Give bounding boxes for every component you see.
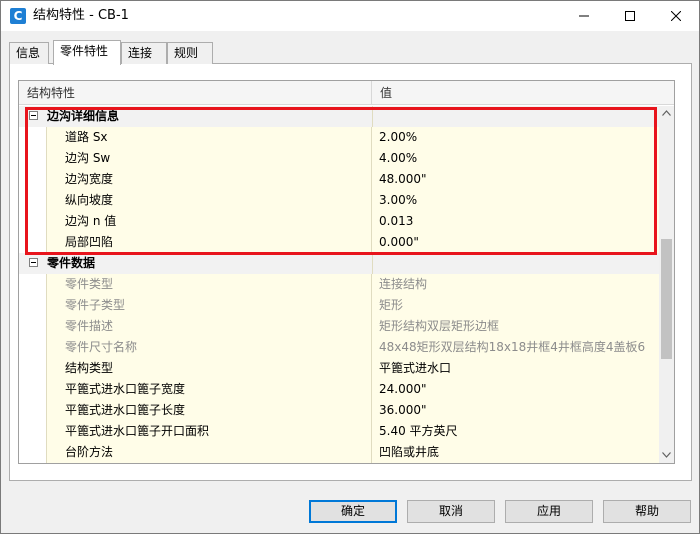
scroll-down-button[interactable] — [659, 448, 674, 463]
property-name: 边沟宽度 — [46, 169, 372, 190]
apply-button[interactable]: 应用 — [505, 500, 593, 523]
property-name: 边沟 n 值 — [46, 211, 372, 232]
tab-info[interactable]: 信息 — [9, 42, 49, 64]
property-grid: 结构特性 值 边沟详细信息 道路 Sx 2.00% 边沟 Sw 4.00% 边沟宽度… — [18, 80, 675, 464]
property-value: 48x48矩形双层结构18x18井框4井框高度4盖板6 — [372, 337, 659, 358]
property-name: 边沟 Sw — [46, 148, 372, 169]
table-row[interactable]: 道路 Sx 2.00% — [19, 127, 659, 148]
scrollbar-thumb[interactable] — [661, 239, 672, 359]
table-row[interactable]: 边沟 n 值 0.013 — [19, 211, 659, 232]
table-row[interactable]: 零件尺寸名称 48x48矩形双层结构18x18井框4井框高度4盖板6 — [19, 337, 659, 358]
row-gutter — [19, 379, 46, 400]
property-value[interactable]: 36.000" — [372, 400, 659, 421]
property-name: 零件类型 — [46, 274, 372, 295]
row-gutter — [19, 316, 46, 337]
table-row[interactable]: 台阶方法 凹陷或井底 — [19, 442, 659, 463]
table-row[interactable]: 零件类型 连接结构 — [19, 274, 659, 295]
property-value[interactable]: 4.00% — [372, 148, 659, 169]
row-gutter — [19, 148, 46, 169]
chevron-up-icon — [662, 110, 671, 116]
grid-rows: 边沟详细信息 道路 Sx 2.00% 边沟 Sw 4.00% 边沟宽度 48.000"… — [19, 106, 659, 463]
table-row[interactable]: 结构类型 平篦式进水口 — [19, 358, 659, 379]
row-gutter — [19, 295, 46, 316]
property-name: 平篦式进水口篦子宽度 — [46, 379, 372, 400]
property-value[interactable]: 平篦式进水口 — [372, 358, 659, 379]
property-value[interactable]: 5.40 平方英尺 — [372, 421, 659, 442]
property-name: 平篦式进水口篦子长度 — [46, 400, 372, 421]
tab-part-properties[interactable]: 零件特性 — [53, 40, 121, 65]
row-gutter — [19, 337, 46, 358]
table-row[interactable]: 边沟 Sw 4.00% — [19, 148, 659, 169]
property-name: 局部凹陷 — [46, 232, 372, 253]
category-gutter-partdata: 零件数据 — [19, 253, 659, 274]
table-row[interactable]: 平篦式进水口篦子宽度 24.000" — [19, 379, 659, 400]
table-row[interactable]: 零件描述 矩形结构双层矩形边框 — [19, 316, 659, 337]
table-row[interactable]: 纵向坡度 3.00% — [19, 190, 659, 211]
row-gutter — [19, 169, 46, 190]
collapse-icon[interactable] — [29, 111, 38, 120]
property-value[interactable]: 48.000" — [372, 169, 659, 190]
grid-header: 结构特性 值 — [19, 81, 674, 105]
close-icon — [671, 11, 681, 21]
table-row[interactable]: 局部凹陷 0.000" — [19, 232, 659, 253]
row-gutter — [19, 274, 46, 295]
category-value-cell — [372, 253, 659, 274]
property-name: 零件子类型 — [46, 295, 372, 316]
property-value: 矩形结构双层矩形边框 — [372, 316, 659, 337]
title-bar: C 结构特性 - CB-1 — [1, 1, 699, 31]
row-gutter — [19, 442, 46, 463]
property-value[interactable]: 0.013 — [372, 211, 659, 232]
column-header-value[interactable]: 值 — [372, 81, 658, 105]
vertical-scrollbar[interactable] — [659, 106, 674, 463]
tab-connections[interactable]: 连接 — [121, 42, 167, 64]
close-button[interactable] — [653, 1, 699, 31]
table-row[interactable]: 零件子类型 矩形 — [19, 295, 659, 316]
row-gutter — [19, 232, 46, 253]
property-value: 连接结构 — [372, 274, 659, 295]
property-value[interactable]: 凹陷或井底 — [372, 442, 659, 463]
chevron-down-icon — [662, 452, 671, 458]
property-value[interactable]: 0.000" — [372, 232, 659, 253]
ok-button[interactable]: 确定 — [309, 500, 397, 523]
window-title: 结构特性 - CB-1 — [33, 8, 129, 23]
tab-rules[interactable]: 规则 — [167, 42, 213, 64]
property-name: 台阶方法 — [46, 442, 372, 463]
table-row[interactable]: 边沟宽度 48.000" — [19, 169, 659, 190]
scroll-up-button[interactable] — [659, 106, 674, 121]
app-logo-icon: C — [10, 8, 26, 24]
table-row[interactable]: 平篦式进水口篦子开口面积 5.40 平方英尺 — [19, 421, 659, 442]
collapse-icon[interactable] — [29, 258, 38, 267]
help-button[interactable]: 帮助 — [603, 500, 691, 523]
property-name: 零件尺寸名称 — [46, 337, 372, 358]
property-name: 道路 Sx — [46, 127, 372, 148]
property-name: 结构类型 — [46, 358, 372, 379]
category-gutter-details: 边沟详细信息 — [19, 106, 659, 127]
minimize-button[interactable] — [561, 1, 607, 31]
property-name: 平篦式进水口篦子开口面积 — [46, 421, 372, 442]
property-value[interactable]: 2.00% — [372, 127, 659, 148]
property-name: 零件描述 — [46, 316, 372, 337]
row-gutter — [19, 400, 46, 421]
property-value[interactable]: 3.00% — [372, 190, 659, 211]
property-value: 矩形 — [372, 295, 659, 316]
row-gutter — [19, 211, 46, 232]
category-label: 零件数据 — [47, 256, 96, 270]
maximize-button[interactable] — [607, 1, 653, 31]
row-gutter — [19, 127, 46, 148]
cancel-button[interactable]: 取消 — [407, 500, 495, 523]
property-value[interactable]: 24.000" — [372, 379, 659, 400]
category-value-cell — [372, 106, 659, 127]
row-gutter — [19, 421, 46, 442]
maximize-icon — [625, 11, 635, 21]
column-header-property[interactable]: 结构特性 — [19, 81, 372, 105]
table-row[interactable]: 平篦式进水口篦子长度 36.000" — [19, 400, 659, 421]
row-gutter — [19, 358, 46, 379]
row-gutter — [19, 190, 46, 211]
category-label: 边沟详细信息 — [47, 109, 120, 123]
minimize-icon — [579, 15, 589, 17]
property-name: 纵向坡度 — [46, 190, 372, 211]
properties-dialog: C 结构特性 - CB-1 信息 零件特性 连接 规则 结构特性 值 边沟详细信… — [0, 0, 700, 534]
